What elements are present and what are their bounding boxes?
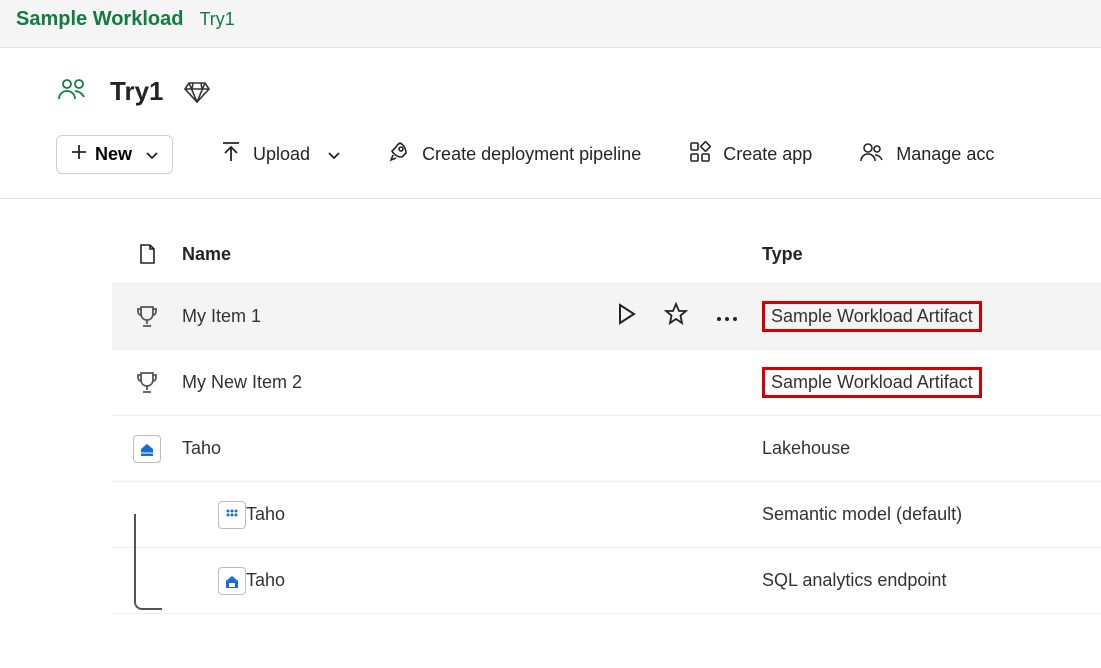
new-button[interactable]: New (56, 135, 173, 174)
rocket-icon (388, 141, 410, 168)
workspace-title: Try1 (110, 76, 164, 107)
item-name[interactable]: Taho (246, 570, 762, 591)
table-header: Name Type (112, 231, 1101, 284)
people-icon (56, 77, 90, 107)
item-name-text: Taho (246, 570, 285, 591)
create-app-button[interactable]: Create app (689, 141, 812, 168)
toolbar-divider (0, 198, 1101, 199)
item-type-text: SQL analytics endpoint (762, 570, 946, 590)
table-row[interactable]: My Item 1 Sample Workload Artifact (112, 284, 1101, 350)
item-icon (112, 501, 246, 529)
upload-label: Upload (253, 144, 310, 165)
item-icon (112, 370, 182, 396)
play-icon[interactable] (616, 303, 636, 330)
breadcrumb-workspace[interactable]: Try1 (199, 9, 234, 30)
item-type-text: Lakehouse (762, 438, 850, 458)
item-icon (112, 567, 246, 595)
item-type-text: Sample Workload Artifact (771, 306, 973, 326)
star-icon[interactable] (664, 302, 688, 331)
new-button-label: New (95, 144, 132, 165)
item-type: Lakehouse (762, 438, 1101, 459)
people-icon (860, 142, 884, 167)
item-icon (112, 435, 182, 463)
toolbar: New Upload Create deployment pip (56, 135, 1101, 198)
workspace-header: Try1 (56, 76, 1101, 107)
create-pipeline-button[interactable]: Create deployment pipeline (388, 141, 641, 168)
create-app-label: Create app (723, 144, 812, 165)
manage-access-label: Manage acc (896, 144, 994, 165)
table-row[interactable]: My New Item 2 Sample Workload Artifact (112, 350, 1101, 416)
plus-icon (71, 144, 87, 165)
manage-access-button[interactable]: Manage acc (860, 142, 994, 167)
item-table: Name Type My Item 1 (112, 231, 1101, 614)
item-type: SQL analytics endpoint (762, 570, 1101, 591)
table-row[interactable]: Taho SQL analytics endpoint (112, 548, 1101, 614)
item-type-text: Semantic model (default) (762, 504, 962, 524)
create-pipeline-label: Create deployment pipeline (422, 144, 641, 165)
more-icon[interactable] (716, 306, 738, 327)
item-name[interactable]: Taho (246, 504, 762, 525)
item-type: Sample Workload Artifact (762, 301, 1101, 332)
item-name-text: Taho (182, 438, 221, 459)
type-highlight: Sample Workload Artifact (762, 367, 982, 398)
column-name-header[interactable]: Name (182, 244, 762, 265)
item-type-text: Sample Workload Artifact (771, 372, 973, 392)
table-row[interactable]: Taho Lakehouse (112, 416, 1101, 482)
item-type: Semantic model (default) (762, 504, 1101, 525)
chevron-down-icon (328, 144, 340, 165)
item-icon (112, 304, 182, 330)
upload-icon (221, 141, 241, 168)
upload-button[interactable]: Upload (221, 141, 340, 168)
item-name[interactable]: Taho (182, 438, 762, 459)
diamond-icon[interactable] (184, 81, 210, 103)
chevron-down-icon (146, 144, 158, 165)
item-name-text: My Item 1 (182, 306, 261, 327)
type-highlight: Sample Workload Artifact (762, 301, 982, 332)
item-name-text: Taho (246, 504, 285, 525)
column-icon-header[interactable] (112, 243, 182, 265)
breadcrumb-app[interactable]: Sample Workload (16, 8, 183, 31)
table-row[interactable]: Taho Semantic model (default) (112, 482, 1101, 548)
app-icon (689, 141, 711, 168)
item-name[interactable]: My New Item 2 (182, 372, 762, 393)
item-name[interactable]: My Item 1 (182, 306, 762, 327)
item-type: Sample Workload Artifact (762, 367, 1101, 398)
breadcrumb: Sample Workload Try1 (0, 0, 1101, 48)
item-name-text: My New Item 2 (182, 372, 302, 393)
column-type-header[interactable]: Type (762, 244, 1101, 265)
